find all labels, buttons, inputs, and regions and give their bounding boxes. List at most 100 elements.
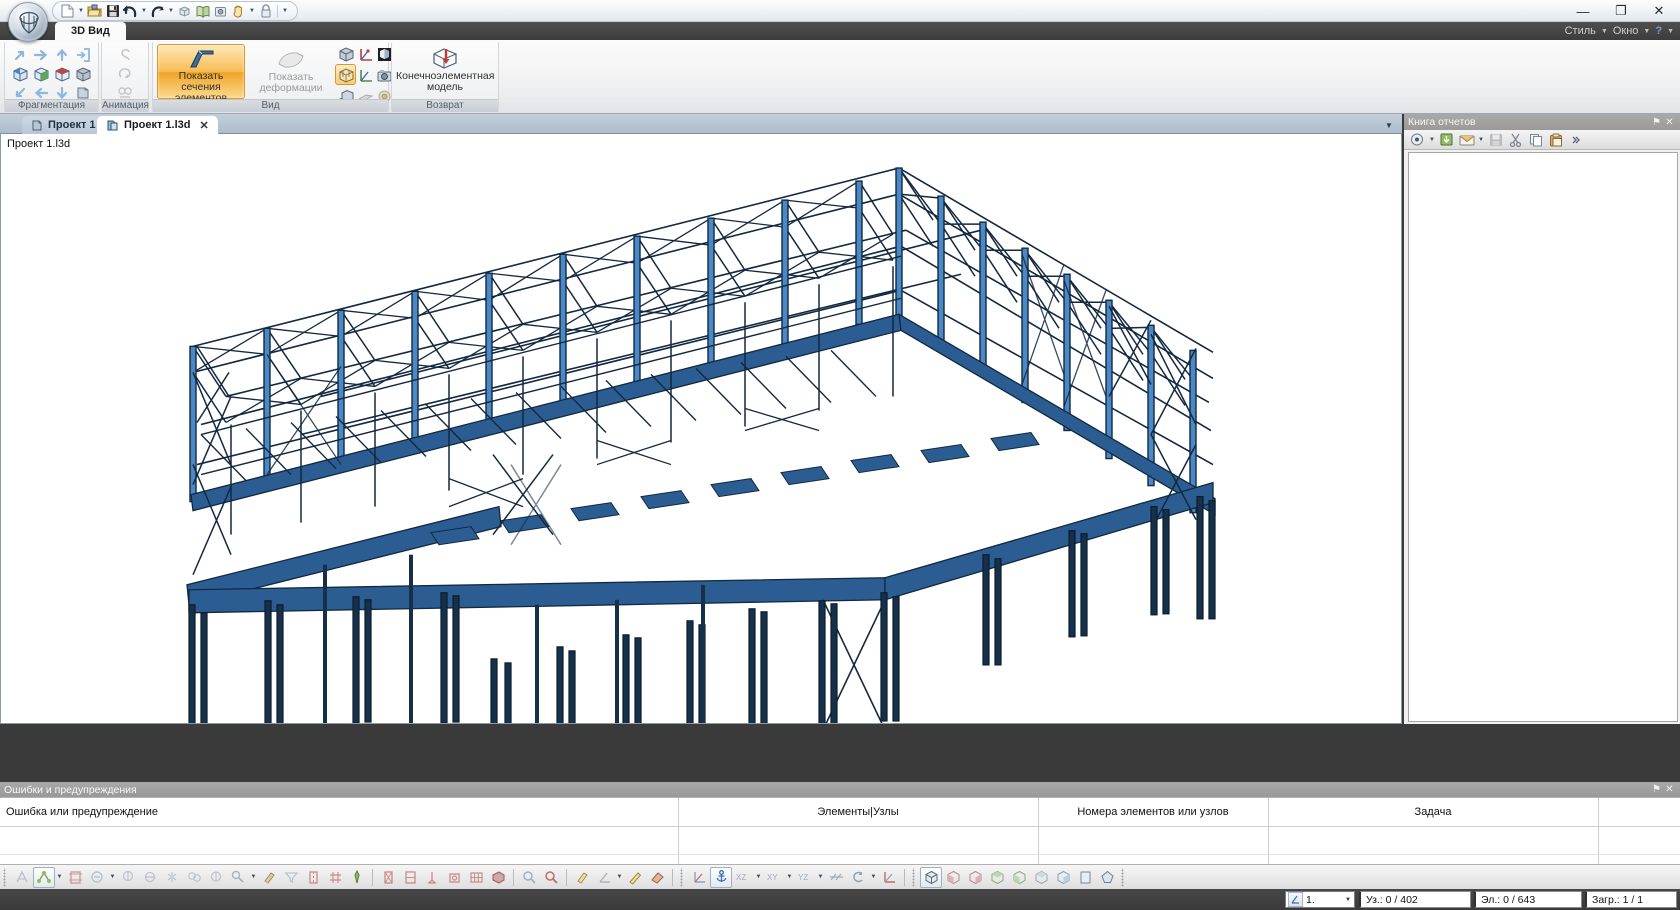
show-element-sections-button[interactable]: Показать сечения элементов (157, 44, 245, 104)
menu-style-chevron-down-icon[interactable]: ▼ (1601, 28, 1608, 35)
view-front-icon[interactable] (942, 867, 964, 888)
view-iso-icon[interactable] (920, 866, 942, 888)
toolbar-grip[interactable] (1120, 867, 1127, 887)
menu-style[interactable]: Стиль (1565, 25, 1596, 37)
merge-element-icon[interactable] (324, 867, 346, 888)
parallel-icon[interactable] (825, 867, 847, 888)
menu-window-chevron-down-icon[interactable]: ▼ (1643, 28, 1650, 35)
axes-red-icon[interactable] (356, 45, 374, 63)
arrow-into-box-icon[interactable] (74, 46, 92, 64)
report-book-content[interactable] (1408, 152, 1678, 722)
view-plan-icon[interactable] (1074, 867, 1096, 888)
window-controls[interactable]: — ❐ ✕ (1564, 0, 1678, 22)
open-folder-icon[interactable] (86, 3, 103, 20)
angle-dropdown-icon[interactable]: ▼ (615, 867, 624, 888)
measure-icon[interactable] (346, 867, 368, 888)
view-top-icon[interactable] (1030, 867, 1052, 888)
view-perspective-icon[interactable] (1096, 867, 1118, 888)
errors-column-numbers[interactable]: Номера элементов или узлов (1038, 798, 1268, 826)
cube-gray-icon[interactable] (74, 65, 92, 83)
angle-icon[interactable] (593, 867, 615, 888)
plane-xy-icon[interactable]: XY (763, 867, 785, 888)
layer-selector[interactable]: 1. ▼ (1285, 891, 1355, 908)
arrow-right-icon[interactable] (32, 46, 50, 64)
select-all-icon[interactable] (11, 867, 33, 888)
layer-selector-chevron-down-icon[interactable]: ▼ (1342, 897, 1354, 903)
errors-table[interactable]: Ошибка или предупреждение Элементы|Узлы … (0, 797, 1680, 865)
arrow-up-icon[interactable] (53, 46, 71, 64)
lock-icon[interactable] (257, 3, 274, 20)
report-book-close-icon[interactable]: ✕ (1663, 117, 1676, 128)
cube-grid-icon[interactable] (337, 66, 355, 84)
zoom-in-icon[interactable] (518, 867, 540, 888)
save-icon[interactable] (104, 3, 121, 20)
pick-tool-icon[interactable] (227, 867, 249, 888)
eraser-icon[interactable] (646, 867, 668, 888)
select-frame-icon[interactable] (64, 867, 86, 888)
axes-local-icon[interactable] (688, 867, 710, 888)
rotate-view-icon[interactable] (847, 867, 869, 888)
document-tab-project1[interactable]: Проект 1 (22, 116, 105, 134)
report-save-icon[interactable] (1486, 131, 1505, 149)
grid-red-icon[interactable] (465, 867, 487, 888)
help-icon[interactable]: ? (1655, 25, 1662, 37)
steel-frame-model[interactable] (1, 134, 1401, 723)
document-tabs-overflow-icon[interactable]: ▼ (1382, 118, 1396, 132)
plane-xy-dropdown-icon[interactable]: ▼ (785, 867, 794, 888)
report-more-icon[interactable] (1566, 131, 1585, 149)
3d-viewport[interactable]: Проект 1.l3d (0, 134, 1402, 724)
undo-icon[interactable] (122, 3, 139, 20)
plane-yz-dropdown-icon[interactable]: ▼ (816, 867, 825, 888)
arrow-up-right-icon[interactable] (11, 46, 29, 64)
deselect-node-dropdown-icon[interactable]: ▼ (108, 867, 117, 888)
cube-red-icon[interactable] (53, 65, 71, 83)
paint-tool-icon[interactable] (258, 867, 280, 888)
plane-xz-icon[interactable]: XZ (732, 867, 754, 888)
fem-model-button[interactable]: Конечноэлементная модель (396, 44, 494, 99)
errors-panel-close-icon[interactable]: ✕ (1663, 784, 1676, 795)
report-book-pin-icon[interactable]: ⚑ (1650, 117, 1663, 128)
cube-icon[interactable] (176, 3, 193, 20)
report-copy-icon[interactable] (1526, 131, 1545, 149)
split-element-icon[interactable] (302, 867, 324, 888)
toolbar-grip[interactable] (679, 867, 686, 887)
new-document-dropdown-icon[interactable]: ▼ (77, 3, 85, 20)
customize-qat-icon[interactable]: ▼ (281, 3, 289, 20)
document-tab-project1-l3d[interactable]: Проект 1.l3d ✕ (97, 116, 218, 134)
axes-green-icon[interactable] (356, 66, 374, 84)
rotate-view-dropdown-icon[interactable]: ▼ (869, 867, 878, 888)
bottom-toolbar[interactable]: ▼ ▼ ▼ ▼ XZ ▼ XY ▼ YZ ▼ ▼ (0, 864, 1680, 889)
toolbar-grip[interactable] (2, 867, 9, 887)
select-single-icon[interactable] (205, 867, 227, 888)
redo-icon[interactable] (149, 3, 166, 20)
report-new-icon[interactable] (1408, 131, 1427, 149)
select-nodes-dropdown-icon[interactable]: ▼ (55, 867, 64, 888)
errors-panel-pin-icon[interactable]: ⚑ (1650, 784, 1663, 795)
document-tab-close-icon[interactable]: ✕ (199, 119, 208, 132)
plane-xz-dropdown-icon[interactable]: ▼ (754, 867, 763, 888)
select-nodes-icon[interactable] (33, 866, 55, 888)
errors-column-elements-nodes[interactable]: Элементы|Узлы (678, 798, 1038, 826)
view-left-icon[interactable] (986, 867, 1008, 888)
hand-dropdown-icon[interactable]: ▼ (248, 3, 256, 20)
package-icon[interactable] (212, 3, 229, 20)
deselect-node-icon[interactable] (86, 867, 108, 888)
hinge-red-icon[interactable] (443, 867, 465, 888)
deselect-horizontal-icon[interactable] (139, 867, 161, 888)
report-mail-dropdown-icon[interactable]: ▼ (1477, 137, 1485, 143)
view-back-icon[interactable] (964, 867, 986, 888)
report-paste-icon[interactable] (1546, 131, 1565, 149)
book-icon[interactable] (194, 3, 211, 20)
plane-yz-icon[interactable]: YZ (794, 867, 816, 888)
report-open-icon[interactable] (1437, 131, 1456, 149)
cube-blue-icon[interactable] (11, 65, 29, 83)
axes-global-icon[interactable] (878, 867, 900, 888)
plate-red-icon[interactable] (487, 867, 509, 888)
zoom-select-icon[interactable] (540, 867, 562, 888)
menu-window[interactable]: Окно (1613, 25, 1639, 37)
select-vertical-icon[interactable] (117, 867, 139, 888)
redo-dropdown-icon[interactable]: ▼ (167, 3, 175, 20)
application-menu-button[interactable] (8, 2, 48, 42)
node-red-icon[interactable] (377, 867, 399, 888)
beam-red-icon[interactable] (399, 867, 421, 888)
